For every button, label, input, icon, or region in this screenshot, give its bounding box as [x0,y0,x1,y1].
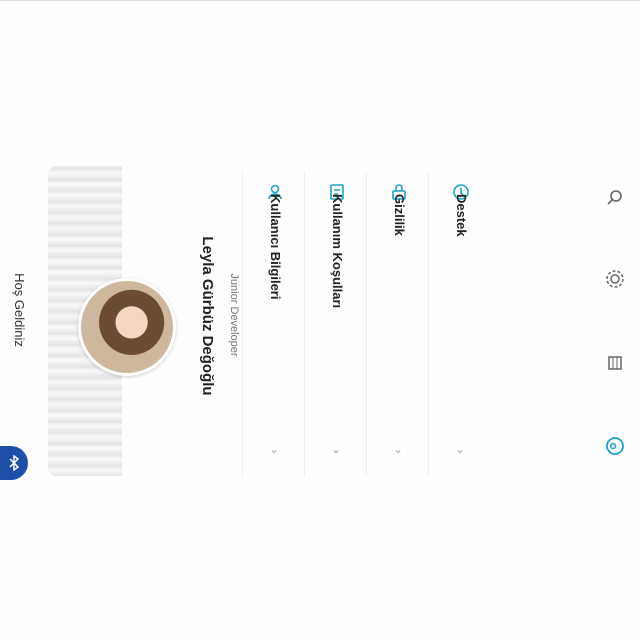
menu-item-destek[interactable]: Destek ⌄ [428,172,489,476]
app-screen: Hoş Geldiniz Leyla Gürbüz Değoğlu Junior… [0,0,640,640]
bluetooth-icon [9,455,20,471]
building-icon[interactable] [604,352,626,374]
settings-icon[interactable] [604,268,626,290]
sidebar-rail [580,0,640,640]
welcome-title: Hoş Geldiniz [12,273,27,347]
menu-item-label: Kullanım Koşulları [330,194,345,309]
menu-item-label: Destek [454,194,469,237]
menu-item-label: Gizlilik [392,194,407,236]
profile-role: Junior Developer [228,273,240,357]
chevron-down-icon: ⌄ [330,442,342,456]
menu-item-kullanici-bilgileri[interactable]: Kullanıcı Bilgileri ⌄ [242,172,303,476]
avatar[interactable] [78,278,176,376]
profile-icon[interactable] [604,435,626,457]
menu-item-label: Kullanıcı Bilgileri [268,194,283,300]
chevron-down-icon: ⌄ [454,442,466,456]
chevron-down-icon: ⌄ [392,442,404,456]
profile-name: Leyla Gürbüz Değoğlu [199,236,216,396]
brand-badge[interactable] [0,446,28,480]
menu-item-gizlilik[interactable]: Gizlilik ⌄ [366,172,427,476]
top-border [0,0,640,1]
chevron-down-icon: ⌄ [268,442,280,456]
search-icon[interactable] [604,186,626,208]
menu-item-kullanim-kosullari[interactable]: Kullanım Koşulları ⌄ [304,172,365,476]
